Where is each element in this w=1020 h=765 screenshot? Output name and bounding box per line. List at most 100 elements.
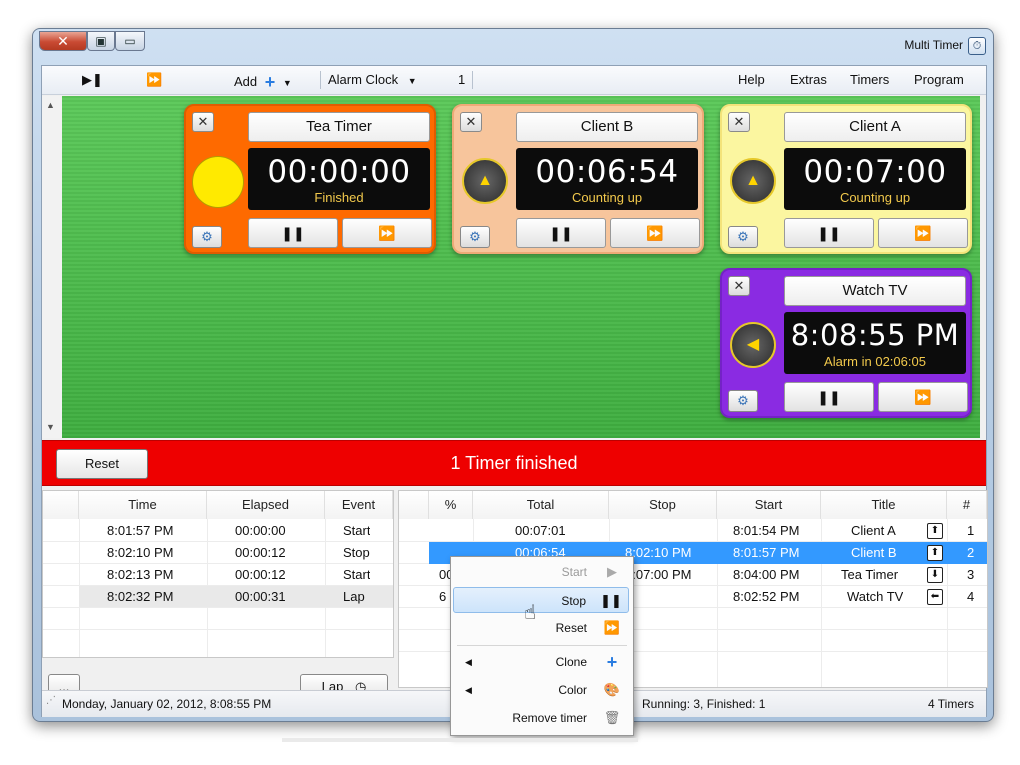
close-icon[interactable]: ✕ — [460, 112, 482, 132]
scroll-down-icon[interactable]: ▼ — [46, 422, 55, 432]
play-pause-button[interactable]: ▶❚ — [82, 72, 103, 88]
arrow-left-icon: ⬅ — [927, 589, 943, 605]
cell-title: Client B — [851, 545, 897, 560]
fast-forward-icon: ⏩ — [603, 620, 621, 635]
timer-display: 00:06:54 Counting up — [516, 148, 698, 210]
menu-item-clone[interactable]: ◀ Clone + — [453, 649, 629, 675]
cursor-icon: ☝ — [524, 602, 537, 624]
vertical-scrollbar[interactable]: ▲ ▼ — [42, 96, 63, 438]
settings-gear-icon[interactable]: ⚙ — [728, 226, 758, 248]
alarm-mode-icon[interactable]: ◀ — [730, 322, 776, 368]
log-time: 8:02:10 PM — [107, 545, 174, 560]
timer-widget-client-a[interactable]: ✕ Client A ▲ 00:07:00 Counting up ⚙ ❚❚ ⏩ — [720, 104, 972, 254]
settings-gear-icon[interactable]: ⚙ — [192, 226, 222, 248]
play-icon: ▶ — [607, 564, 617, 579]
direction-up-icon[interactable]: ▲ — [462, 158, 508, 204]
resize-grip-icon[interactable]: ⋰ — [46, 695, 56, 706]
header-number[interactable]: # — [947, 491, 987, 519]
log-header-event[interactable]: Event — [325, 491, 393, 519]
log-event: Lap — [343, 589, 365, 604]
menu-item-stop[interactable]: Stop ❚❚ — [453, 587, 629, 613]
cell-title: Tea Timer — [841, 567, 899, 582]
timer-widget-client-b[interactable]: ✕ Client B ▲ 00:06:54 Counting up ⚙ ❚❚ ⏩ — [452, 104, 704, 254]
menu-extras[interactable]: Extras — [790, 72, 827, 87]
cell-number: 1 — [967, 523, 975, 538]
status-datetime: Monday, January 02, 2012, 8:08:55 PM — [62, 697, 272, 711]
menu-item-reset[interactable]: Reset ⏩ — [453, 615, 629, 641]
pause-button[interactable]: ❚❚ — [516, 218, 606, 248]
timer-title[interactable]: Tea Timer — [248, 112, 430, 142]
timer-status: Counting up — [571, 190, 643, 205]
pause-button[interactable]: ❚❚ — [784, 218, 874, 248]
close-icon[interactable]: ✕ — [192, 112, 214, 132]
close-icon[interactable]: ✕ — [728, 276, 750, 296]
scroll-up-icon[interactable]: ▲ — [46, 100, 55, 110]
log-elapsed: 00:00:12 — [235, 545, 286, 560]
arrow-up-icon: ⬆ — [927, 523, 943, 539]
menu-item-start[interactable]: Start ▶ — [453, 559, 629, 585]
menu-separator — [457, 645, 627, 646]
header-stop[interactable]: Stop — [609, 491, 717, 519]
banner-reset-button[interactable]: Reset — [56, 449, 148, 479]
minimize-button[interactable]: ▭ — [115, 31, 145, 51]
timer-display: 8:08:55 PM Alarm in 02:06:05 — [784, 312, 966, 374]
log-header-time[interactable]: Time — [79, 491, 207, 519]
log-time: 8:02:32 PM — [107, 589, 174, 604]
log-event: Stop — [343, 545, 370, 560]
timer-title[interactable]: Client A — [784, 112, 966, 142]
cell-number: 4 — [967, 589, 975, 604]
reset-button[interactable]: ⏩ — [342, 218, 432, 248]
cell-start: 8:04:00 PM — [733, 567, 800, 582]
menu-item-remove[interactable]: Remove timer 🗑 — [453, 705, 629, 731]
toolbar-separator — [320, 71, 321, 89]
menu-item-label: Remove timer — [512, 711, 587, 725]
header-start[interactable]: Start — [717, 491, 821, 519]
cell-stop: 8:02:10 PM — [625, 545, 692, 560]
log-table: Time Elapsed Event 8:01:57 PM 00:00:00 S… — [42, 490, 394, 658]
context-menu: Start ▶ Stop ❚❚ Reset ⏩ ◀ Clone + ◀ Colo… — [450, 556, 634, 736]
close-icon[interactable]: ✕ — [728, 112, 750, 132]
log-header-elapsed[interactable]: Elapsed — [207, 491, 325, 519]
timer-time: 00:07:00 — [803, 154, 947, 190]
menu-help[interactable]: Help — [738, 72, 765, 87]
add-timer-button[interactable]: Add + ▼ — [234, 72, 292, 93]
log-time: 8:01:57 PM — [107, 523, 174, 538]
header-total[interactable]: Total — [473, 491, 609, 519]
fast-forward-button[interactable]: ⏩ — [146, 72, 162, 88]
cell-start: 8:01:54 PM — [733, 523, 800, 538]
trash-icon: 🗑 — [603, 710, 621, 725]
alarm-clock-label: Alarm Clock — [328, 72, 399, 87]
direction-up-icon[interactable]: ▲ — [730, 158, 776, 204]
reset-button[interactable]: ⏩ — [878, 382, 968, 412]
menu-timers[interactable]: Timers — [850, 72, 889, 87]
reset-button[interactable]: ⏩ — [878, 218, 968, 248]
timer-widget-watch-tv[interactable]: ✕ Watch TV ◀ 8:08:55 PM Alarm in 02:06:0… — [720, 268, 972, 418]
header-title[interactable]: Title — [821, 491, 947, 519]
pause-button[interactable]: ❚❚ — [248, 218, 338, 248]
timer-display: 00:07:00 Counting up — [784, 148, 966, 210]
pause-button[interactable]: ❚❚ — [784, 382, 874, 412]
dropdown-arrow-icon: ▼ — [282, 78, 292, 88]
toolbar-separator — [472, 71, 473, 89]
timer-title[interactable]: Watch TV — [784, 276, 966, 306]
alarm-clock-button[interactable]: Alarm Clock ▼ — [328, 72, 417, 87]
submenu-arrow-icon: ◀ — [465, 685, 472, 695]
grid-line — [43, 607, 393, 608]
menu-item-color[interactable]: ◀ Color 🎨 — [453, 677, 629, 703]
settings-gear-icon[interactable]: ⚙ — [728, 390, 758, 412]
log-event: Start — [343, 567, 371, 582]
add-label: Add — [234, 74, 258, 89]
timer-time: 00:00:00 — [267, 154, 411, 190]
reset-button[interactable]: ⏩ — [610, 218, 700, 248]
timer-display: 00:00:00 Finished — [248, 148, 430, 210]
close-button[interactable]: ✕ — [39, 31, 87, 51]
header-percent[interactable]: % — [429, 491, 473, 519]
menu-program[interactable]: Program — [914, 72, 964, 87]
menu-item-label: Clone — [555, 655, 587, 669]
timer-widget-tea[interactable]: ✕ Tea Timer 00:00:00 Finished ⚙ ❚❚ ⏩ — [184, 104, 436, 254]
settings-gear-icon[interactable]: ⚙ — [460, 226, 490, 248]
timer-title[interactable]: Client B — [516, 112, 698, 142]
grid-line — [43, 563, 393, 564]
restore-button[interactable]: ▣ — [87, 31, 115, 51]
log-elapsed: 00:00:12 — [235, 567, 286, 582]
